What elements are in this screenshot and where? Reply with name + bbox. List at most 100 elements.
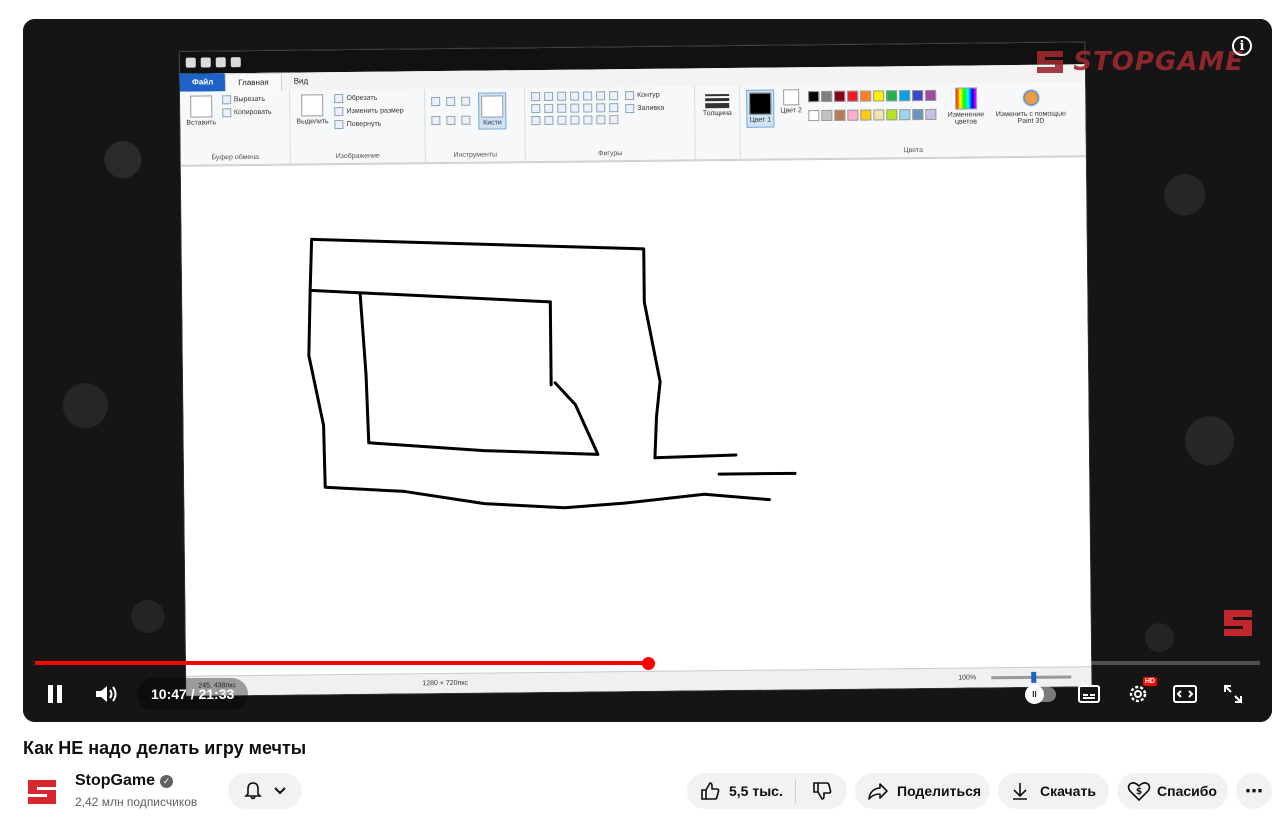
select-icon	[301, 94, 324, 117]
color2-button: Цвет 2	[780, 89, 802, 127]
player-controls: 10:47 / 21:33 II HD	[23, 666, 1272, 722]
gear-icon	[1129, 685, 1147, 703]
stopgame-watermark: STOPGAME	[1033, 45, 1244, 79]
palette-swatch	[872, 90, 884, 102]
colors-group-label: Цвета	[903, 146, 924, 155]
top-band-stroke	[308, 237, 552, 304]
size-button: Толщина	[701, 90, 733, 117]
subtitles-icon	[1078, 685, 1100, 703]
ribbon-group-colors: Цвет 1 Цвет 2 Изменение цветов Изменить …	[740, 82, 1086, 159]
palette-swatch	[846, 90, 858, 102]
more-actions-button[interactable]: ⋯	[1236, 773, 1272, 809]
select-button: Выделить	[296, 94, 329, 133]
progress-bar[interactable]	[35, 657, 1260, 670]
palette-swatch	[911, 89, 923, 102]
undo-icon	[215, 57, 226, 68]
palette-swatch	[924, 89, 936, 101]
rainbow-icon	[954, 87, 977, 110]
paste-icon	[189, 95, 213, 118]
copy-label: Копировать	[233, 108, 272, 117]
video-player[interactable]: Файл Главная Вид Вставить Вырезать Копир…	[23, 19, 1272, 722]
palette-swatch	[872, 109, 884, 121]
outline-button: Контур	[625, 90, 664, 101]
edit-colors-label: Изменение цветов	[947, 111, 985, 126]
paint3d-button: Изменить с помощью Paint 3D	[996, 86, 1066, 125]
outline-label: Контур	[637, 91, 660, 99]
share-label: Поделиться	[897, 783, 982, 799]
outer-stroke	[310, 237, 738, 460]
channel-avatar[interactable]	[24, 774, 60, 810]
settings-button[interactable]: HD	[1125, 677, 1157, 708]
cut-label: Вырезать	[233, 95, 266, 104]
fill-shape-icon	[625, 103, 635, 114]
scissors-icon	[221, 95, 231, 105]
download-button[interactable]: Скачать	[998, 773, 1109, 809]
select-label: Выделить	[296, 118, 329, 126]
resize-label: Изменить размер	[346, 107, 404, 116]
text-icon	[461, 96, 471, 106]
fill-shape-button: Заливка	[625, 103, 665, 114]
ribbon-group-tools: Кисти Инструменты	[425, 88, 526, 163]
clipboard-group-label: Буфер обмена	[211, 153, 260, 162]
watermark-text: STOPGAME	[1073, 47, 1244, 77]
cut-button: Вырезать	[221, 95, 272, 105]
image-group-label: Изображение	[335, 152, 380, 161]
inner-frame-stroke	[358, 293, 600, 456]
subtitles-button[interactable]	[1077, 680, 1101, 708]
save-icon	[200, 57, 211, 68]
more-icon: ⋯	[1245, 780, 1263, 801]
theater-mode-button[interactable]	[1173, 680, 1197, 708]
dash-stroke	[717, 471, 797, 476]
stopgame-corner-logo	[1224, 610, 1252, 636]
share-button[interactable]: Поделиться	[855, 773, 990, 809]
paste-button: Вставить	[186, 95, 217, 127]
palette-swatch	[885, 109, 897, 121]
palette-swatch	[846, 109, 858, 121]
paste-label: Вставить	[186, 119, 217, 127]
resize-icon	[334, 107, 344, 117]
palette-swatch	[898, 90, 910, 102]
brush-icon	[481, 95, 504, 118]
shapes-gallery	[531, 91, 619, 126]
thumbs-up-icon	[701, 782, 720, 800]
verified-icon: ✓	[160, 774, 174, 788]
super-thanks-icon: $	[1127, 782, 1151, 802]
paint-tab-view: Вид	[293, 76, 309, 86]
progress-played	[35, 661, 648, 665]
palette-swatch	[833, 109, 845, 121]
subscriber-count: 2,42 млн подписчиков	[75, 795, 198, 809]
video-title: Как НЕ надо делать игру мечты	[23, 738, 307, 758]
like-count: 5,5 тыс.	[729, 783, 783, 799]
fullscreen-button[interactable]	[1221, 680, 1245, 708]
thanks-button[interactable]: $ Спасибо	[1117, 773, 1228, 809]
color1-label: Цвет 1	[749, 116, 772, 124]
volume-button[interactable]	[93, 680, 121, 708]
color2-label: Цвет 2	[780, 107, 802, 115]
notification-bell-button[interactable]	[228, 773, 302, 809]
like-dislike-group: 5,5 тыс.	[687, 773, 847, 809]
like-button[interactable]: 5,5 тыс.	[687, 780, 795, 802]
tools-group-label: Инструменты	[453, 151, 498, 159]
color-palette	[807, 89, 936, 127]
autoplay-toggle[interactable]: II	[1025, 685, 1056, 704]
inner-right-stroke	[548, 300, 553, 387]
pause-button[interactable]	[43, 680, 67, 708]
dislike-button[interactable]	[796, 780, 847, 802]
copy-button: Копировать	[221, 108, 272, 118]
paint-ribbon: Вставить Вырезать Копировать Буфер обмен…	[180, 82, 1086, 166]
volume-icon	[96, 686, 117, 702]
pause-icon	[48, 685, 62, 703]
fill-shape-label: Заливка	[637, 104, 665, 112]
time-display: 10:47 / 21:33	[137, 678, 249, 710]
svg-text:$: $	[1136, 787, 1142, 797]
fullscreen-icon	[1224, 685, 1242, 703]
palette-swatch	[807, 91, 819, 103]
color1-button: Цвет 1	[746, 89, 775, 128]
palette-swatch	[807, 110, 819, 122]
brushes-label: Кисти	[483, 119, 502, 127]
channel-name-link[interactable]: StopGame ✓	[75, 772, 174, 790]
info-icon[interactable]: i	[1232, 36, 1252, 56]
paint-tab-file: Файл	[179, 73, 226, 92]
paint-app-icon	[185, 57, 196, 68]
paint-canvas	[180, 156, 1092, 676]
